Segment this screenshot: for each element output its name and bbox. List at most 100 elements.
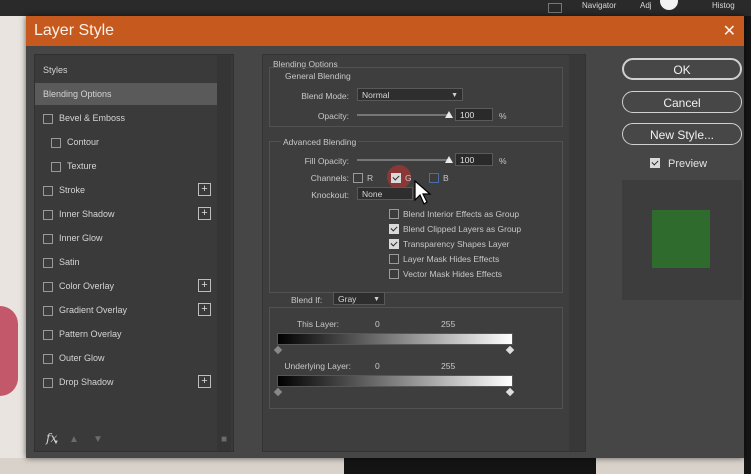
this-layer-min: 0 (375, 319, 380, 329)
opacity-slider-track[interactable] (357, 114, 449, 116)
opacity-slider-thumb[interactable] (445, 111, 453, 118)
style-checkbox[interactable] (43, 210, 53, 220)
style-item-label: Texture (67, 161, 97, 171)
style-item-gradient-overlay[interactable]: Gradient Overlay + (35, 299, 231, 321)
advanced-option-label: Blend Interior Effects as Group (403, 209, 520, 219)
new-style-button[interactable]: New Style... (622, 123, 742, 145)
panel-slot-icon (548, 3, 562, 13)
tab-histogram[interactable]: Histog (712, 1, 735, 10)
advanced-option-checkbox[interactable] (389, 224, 399, 234)
style-checkbox[interactable] (43, 378, 53, 388)
blend-mode-value: Normal (362, 90, 390, 100)
channel-r-label: R (367, 173, 374, 183)
style-item-texture[interactable]: Texture (35, 155, 231, 177)
fill-opacity-slider-track[interactable] (357, 159, 449, 161)
style-checkbox[interactable] (43, 234, 53, 244)
advanced-option-checkbox[interactable] (389, 239, 399, 249)
fill-opacity-label: Fill Opacity: (304, 156, 349, 166)
style-item-inner-glow[interactable]: Inner Glow (35, 227, 231, 249)
chevron-down-icon: ▼ (451, 92, 458, 99)
blend-if-value: Gray (338, 294, 357, 304)
advanced-option-checkbox[interactable] (389, 209, 399, 219)
tab-navigator[interactable]: Navigator (582, 1, 616, 10)
style-item-label: Outer Glow (59, 353, 105, 363)
style-checkbox[interactable] (43, 258, 53, 268)
underlying-layer-gradient[interactable] (277, 375, 513, 387)
add-effect-icon[interactable]: + (198, 303, 211, 316)
advanced-option-checkbox[interactable] (389, 269, 399, 279)
arrow-down-icon[interactable]: ▼ (93, 434, 103, 445)
add-effect-icon[interactable]: + (198, 375, 211, 388)
knockout-label: Knockout: (311, 190, 349, 200)
blend-if-label: Blend If: (291, 295, 323, 305)
close-icon[interactable]: ✕ (723, 21, 736, 41)
canvas-bottom-edge (0, 458, 751, 474)
preview-swatch (652, 210, 710, 268)
style-checkbox[interactable] (51, 138, 61, 148)
style-item-outer-glow[interactable]: Outer Glow (35, 347, 231, 369)
styles-scrollbar[interactable] (217, 55, 231, 451)
preview-checkbox[interactable] (650, 158, 660, 168)
style-checkbox[interactable] (43, 354, 53, 364)
this-layer-max: 255 (441, 319, 456, 329)
arrow-up-icon[interactable]: ▲ (69, 434, 79, 445)
style-item-satin[interactable]: Satin (35, 251, 231, 273)
underlying-layer-label: Underlying Layer: (284, 361, 351, 371)
advanced-option-label: Transparency Shapes Layer (403, 239, 510, 249)
style-item-label: Blending Options (43, 89, 112, 99)
style-item-label: Contour (67, 137, 100, 147)
style-item-label: Bevel & Emboss (59, 113, 126, 123)
channel-g-checkbox[interactable] (391, 173, 401, 183)
style-checkbox[interactable] (43, 330, 53, 340)
add-effect-icon[interactable]: + (198, 183, 211, 196)
style-item-label: Stroke (59, 185, 86, 195)
style-item-label: Satin (59, 257, 80, 267)
styles-header[interactable]: Styles (35, 59, 231, 81)
style-item-label: Inner Glow (59, 233, 103, 243)
style-item-inner-shadow[interactable]: Inner Shadow + (35, 203, 231, 225)
advanced-option-label: Blend Clipped Layers as Group (403, 224, 522, 234)
blend-mode-select[interactable]: Normal ▼ (357, 88, 463, 101)
knockout-select[interactable]: None (357, 187, 413, 200)
style-checkbox[interactable] (43, 282, 53, 292)
underlying-layer-min: 0 (375, 361, 380, 371)
add-effect-icon[interactable]: + (198, 207, 211, 220)
style-item-label: Color Overlay (59, 281, 115, 291)
style-item-label: Drop Shadow (59, 377, 114, 387)
fx-dropdown-icon[interactable]: ▼ (53, 440, 59, 446)
ok-button[interactable]: OK (622, 58, 742, 80)
fill-opacity-slider-thumb[interactable] (445, 156, 453, 163)
blending-scrollbar[interactable] (569, 55, 585, 451)
advanced-option-checkbox[interactable] (389, 254, 399, 264)
cancel-button[interactable]: Cancel (622, 91, 742, 113)
style-checkbox[interactable] (43, 114, 53, 124)
canvas-right-edge (744, 16, 751, 474)
mouse-pointer-icon (414, 180, 432, 205)
styles-list-panel: Styles Blending Options Bevel & Emboss Con… (34, 54, 234, 452)
style-item-stroke[interactable]: Stroke + (35, 179, 231, 201)
style-item-color-overlay[interactable]: Color Overlay + (35, 275, 231, 297)
style-checkbox[interactable] (43, 186, 53, 196)
style-item-drop-shadow[interactable]: Drop Shadow + (35, 371, 231, 393)
this-layer-gradient[interactable] (277, 333, 513, 345)
style-item-blending-options[interactable]: Blending Options (35, 83, 231, 105)
style-item-bevel-emboss[interactable]: Bevel & Emboss (35, 107, 231, 129)
advanced-option-label: Vector Mask Hides Effects (403, 269, 503, 279)
this-layer-label: This Layer: (296, 319, 339, 329)
style-checkbox[interactable] (51, 162, 61, 172)
style-checkbox[interactable] (43, 306, 53, 316)
opacity-input[interactable]: 100 (455, 108, 493, 121)
channel-g-label: G (405, 173, 412, 183)
underlying-layer-max: 255 (441, 361, 456, 371)
fill-opacity-input[interactable]: 100 (455, 153, 493, 166)
trash-icon[interactable]: ■ (221, 434, 227, 445)
tab-adjustments[interactable]: Adj (640, 1, 652, 10)
add-effect-icon[interactable]: + (198, 279, 211, 292)
blend-if-select[interactable]: Gray ▼ (333, 292, 385, 305)
style-item-pattern-overlay[interactable]: Pattern Overlay (35, 323, 231, 345)
channel-r-checkbox[interactable] (353, 173, 363, 183)
dialog-titlebar[interactable]: Layer Style ✕ (26, 16, 744, 46)
preview-label: Preview (668, 158, 708, 170)
style-item-contour[interactable]: Contour (35, 131, 231, 153)
opacity-unit: % (499, 111, 507, 121)
